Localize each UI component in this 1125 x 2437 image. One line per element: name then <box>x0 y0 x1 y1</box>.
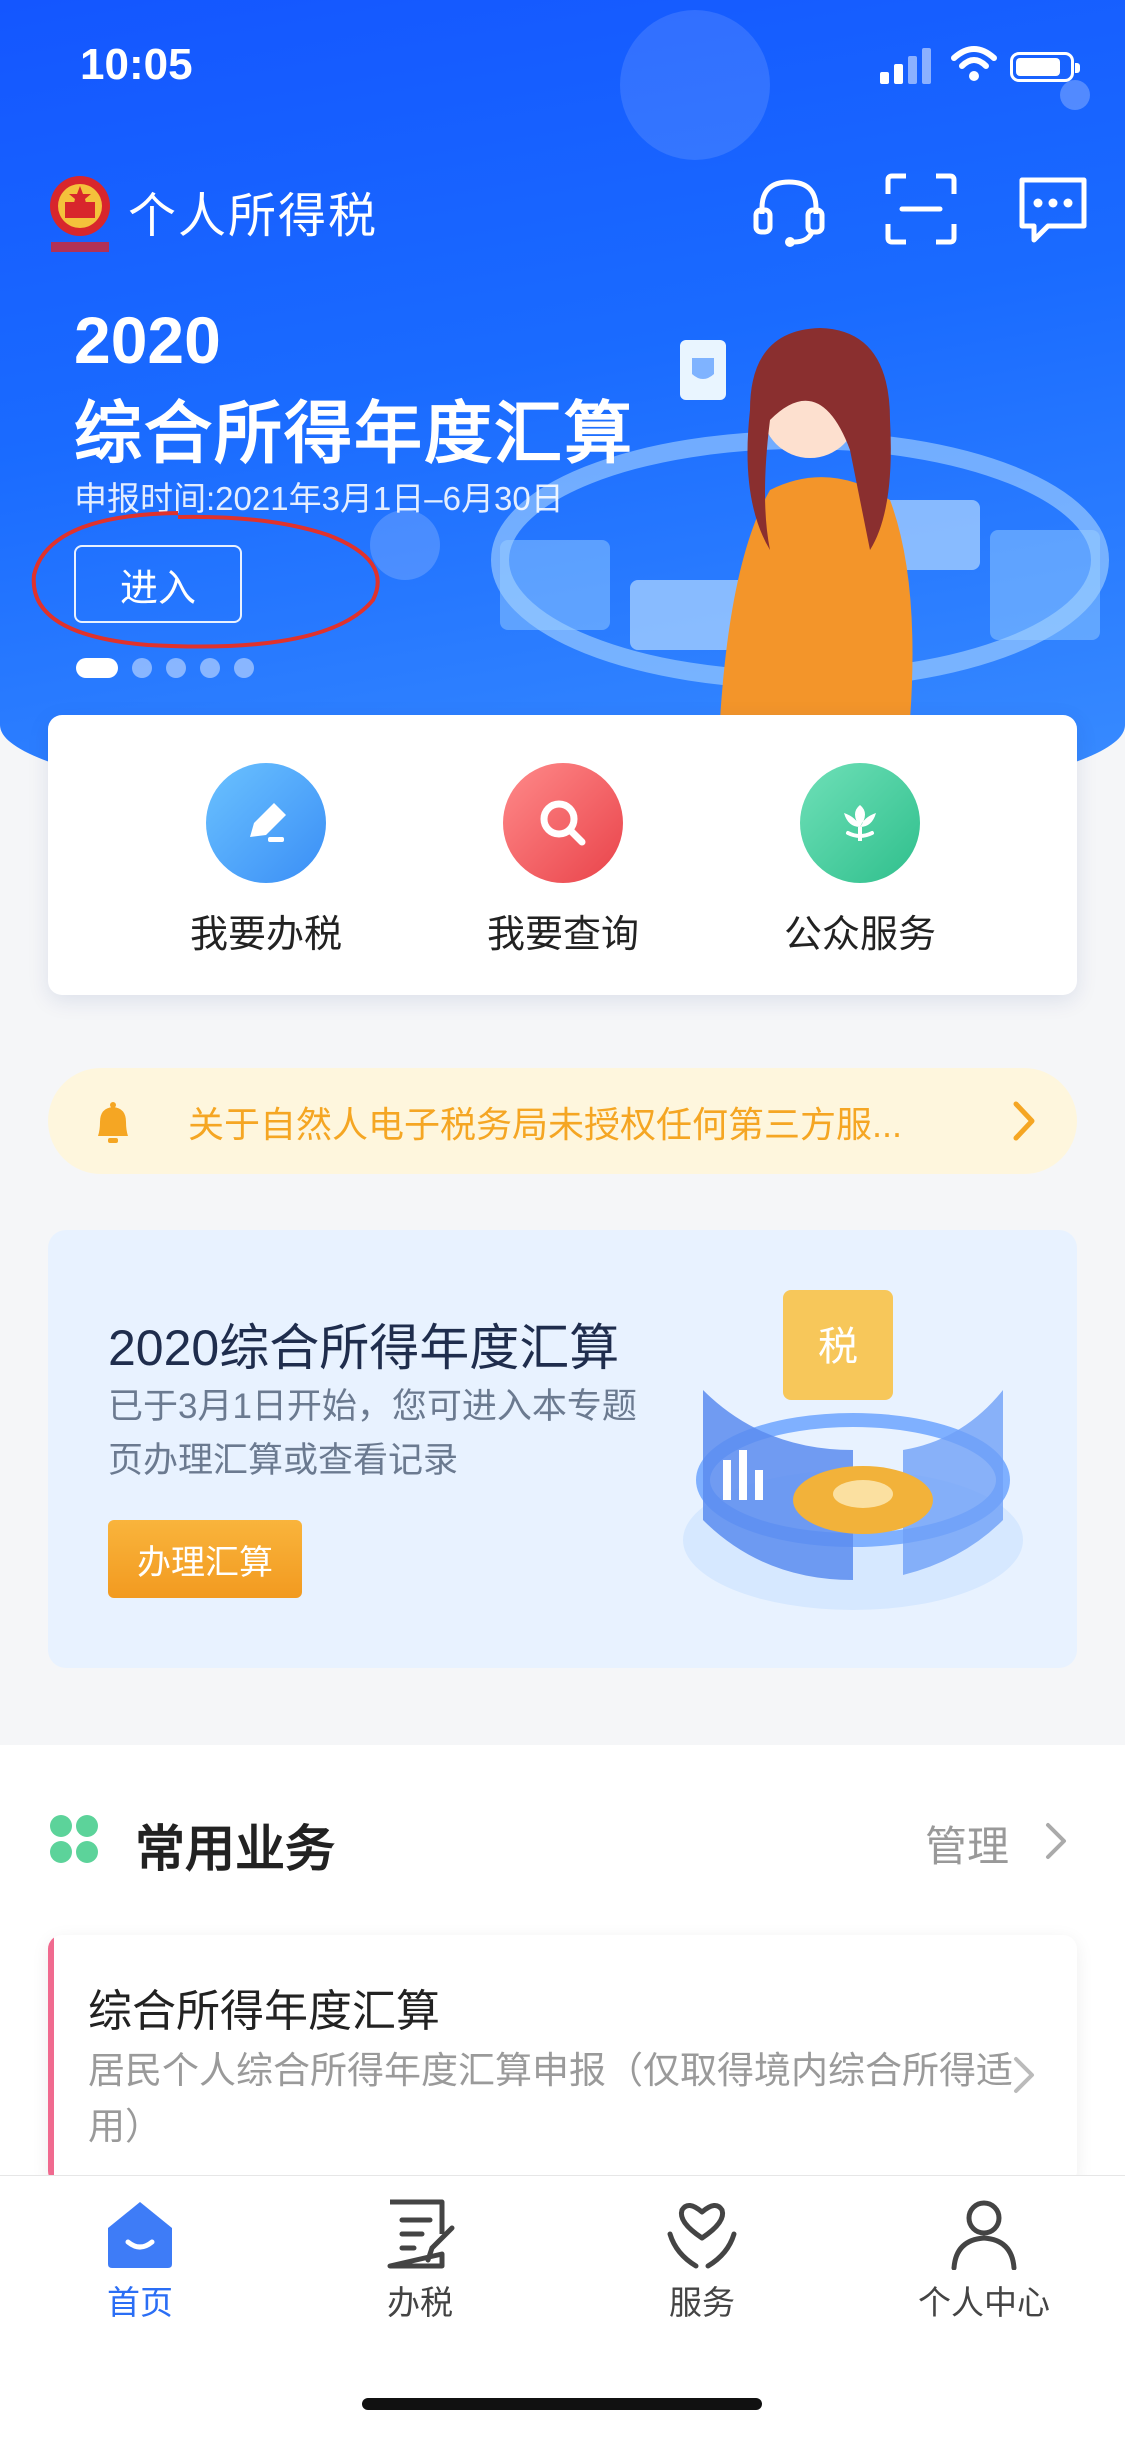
edit-icon <box>206 763 326 883</box>
accent-bar <box>48 1935 54 2185</box>
notice-bar[interactable]: 关于自然人电子税务局未授权任何第三方服... <box>48 1068 1077 1174</box>
tab-home[interactable]: 首页 <box>40 2198 240 2324</box>
carousel-dot <box>132 658 152 678</box>
hero-banner[interactable]: 10:05 个人所得税 2020 综合所得年度汇算 申报时间:2021年3月1日… <box>0 0 1125 815</box>
signal-icon <box>880 48 931 84</box>
tab-tax[interactable]: 办税 <box>320 2198 520 2324</box>
hand-drawn-annotation-circle <box>31 511 380 649</box>
quick-action-label: 我要办税 <box>189 914 342 956</box>
document-edit-icon <box>387 2199 455 2269</box>
promo-title: 2020综合所得年度汇算 <box>108 1320 620 1376</box>
scan-icon[interactable] <box>882 170 960 248</box>
promo-description: 已于3月1日开始，您可进入本专题页办理汇算或查看记录 <box>108 1387 637 1480</box>
battery-icon <box>1010 52 1080 82</box>
annual-settlement-card[interactable]: 2020综合所得年度汇算 已于3月1日开始，您可进入本专题页办理汇算或查看记录 … <box>48 1230 1077 1668</box>
section-title: 常用业务 <box>135 1821 335 1877</box>
app-title: 个人所得税 <box>128 190 379 243</box>
chevron-right-icon <box>1013 1101 1035 1141</box>
notice-text: 关于自然人电子税务局未授权任何第三方服... <box>188 1104 903 1145</box>
handle-settlement-button[interactable]: 办理汇算 <box>108 1520 302 1598</box>
banner-year: 2020 <box>74 303 221 377</box>
heart-hands-icon <box>667 2203 737 2269</box>
carousel-dot <box>166 658 186 678</box>
tab-service[interactable]: 服务 <box>602 2198 802 2324</box>
carousel-indicator <box>76 658 254 678</box>
tab-label: 服务 <box>669 2284 735 2321</box>
search-icon <box>503 763 623 883</box>
quick-action-label: 公众服务 <box>783 914 936 956</box>
svg-text:税: 税 <box>818 1324 858 1370</box>
common-services-section: 常用业务 管理 综合所得年度汇算 居民个人综合所得年度汇算申报（仅取得境内综合所… <box>0 1745 1125 2185</box>
decor-bubble <box>620 10 770 160</box>
grid-clover-icon <box>50 1815 98 1863</box>
status-time: 10:05 <box>80 40 193 89</box>
quick-action-query[interactable]: 我要查询 <box>448 763 678 958</box>
tab-label: 办税 <box>387 2284 453 2321</box>
national-emblem-logo <box>50 176 110 252</box>
message-icon[interactable] <box>1014 170 1092 248</box>
tab-label: 个人中心 <box>918 2284 1050 2321</box>
service-card-annual-settlement[interactable]: 综合所得年度汇算 居民个人综合所得年度汇算申报（仅取得境内综合所得适用） <box>48 1935 1077 2185</box>
user-icon <box>951 2200 1017 2270</box>
tab-label: 首页 <box>107 2284 173 2321</box>
home-indicator <box>362 2398 762 2410</box>
chevron-right-icon[interactable] <box>1040 1821 1070 1861</box>
quick-action-tax[interactable]: 我要办税 <box>151 763 381 958</box>
tab-profile[interactable]: 个人中心 <box>884 2198 1084 2324</box>
banner-title: 综合所得年度汇算 <box>74 396 635 472</box>
carousel-dot <box>200 658 220 678</box>
settlement-illustration: 税 <box>683 1290 1023 1610</box>
banner-illustration <box>491 328 1109 720</box>
service-description: 居民个人综合所得年度汇算申报（仅取得境内综合所得适用） <box>88 2050 1013 2147</box>
headset-icon[interactable] <box>750 170 828 248</box>
quick-actions-card: 我要办税 我要查询 公众服务 <box>48 715 1077 995</box>
flower-icon <box>800 763 920 883</box>
bell-icon <box>98 1102 128 1143</box>
wifi-icon <box>951 46 997 81</box>
carousel-dot <box>234 658 254 678</box>
chevron-right-icon <box>1014 2057 1034 2093</box>
quick-action-label: 我要查询 <box>486 914 639 956</box>
decor-bubble <box>1060 80 1090 110</box>
home-icon <box>108 2202 172 2268</box>
service-title: 综合所得年度汇算 <box>88 1987 440 2036</box>
carousel-dot <box>76 658 118 678</box>
quick-action-public-service[interactable]: 公众服务 <box>745 763 975 958</box>
manage-link[interactable]: 管理 <box>925 1813 1009 1874</box>
